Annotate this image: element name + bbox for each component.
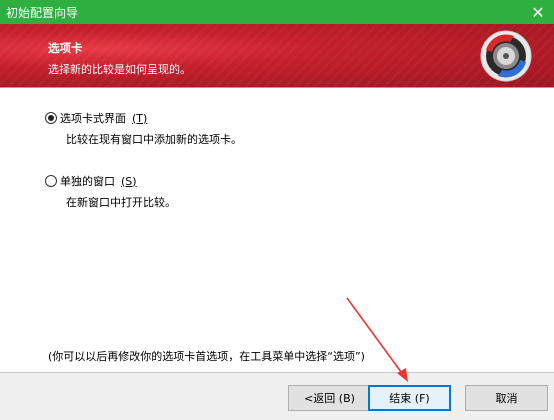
wizard-header: 选项卡 选择新的比较是如何呈现的。 bbox=[0, 24, 554, 87]
preferences-note: (你可以以后再修改你的选项卡首选项，在工具菜单中选择“选项”) bbox=[48, 350, 365, 363]
header-title: 选项卡 bbox=[48, 41, 83, 55]
back-button[interactable]: <返回 (B) bbox=[288, 385, 371, 411]
radio-tabbed[interactable] bbox=[45, 112, 57, 124]
option-tabbed-key: (T) bbox=[132, 111, 148, 125]
option-tabbed-interface[interactable]: 选项卡式界面 (T) bbox=[45, 110, 147, 126]
finish-button[interactable]: 结束 (F) bbox=[368, 385, 451, 411]
header-subtitle: 选择新的比较是如何呈现的。 bbox=[48, 63, 191, 76]
radio-separate[interactable] bbox=[45, 175, 57, 187]
option-separate-key: (S) bbox=[121, 174, 137, 188]
window-title: 初始配置向导 bbox=[6, 6, 79, 20]
option-tabbed-description: 比较在现有窗口中添加新的选项卡。 bbox=[66, 133, 242, 146]
title-bar: 初始配置向导 ✕ bbox=[0, 0, 554, 24]
option-separate-label: 单独的窗口 bbox=[60, 175, 115, 188]
option-separate-description: 在新窗口中打开比较。 bbox=[66, 196, 176, 209]
close-icon[interactable]: ✕ bbox=[522, 0, 554, 24]
option-tabbed-label: 选项卡式界面 bbox=[60, 112, 126, 125]
app-logo-icon bbox=[480, 30, 532, 82]
option-separate-window[interactable]: 单独的窗口 (S) bbox=[45, 173, 137, 189]
cancel-button[interactable]: 取消 bbox=[465, 385, 548, 411]
header-texture bbox=[0, 24, 554, 87]
